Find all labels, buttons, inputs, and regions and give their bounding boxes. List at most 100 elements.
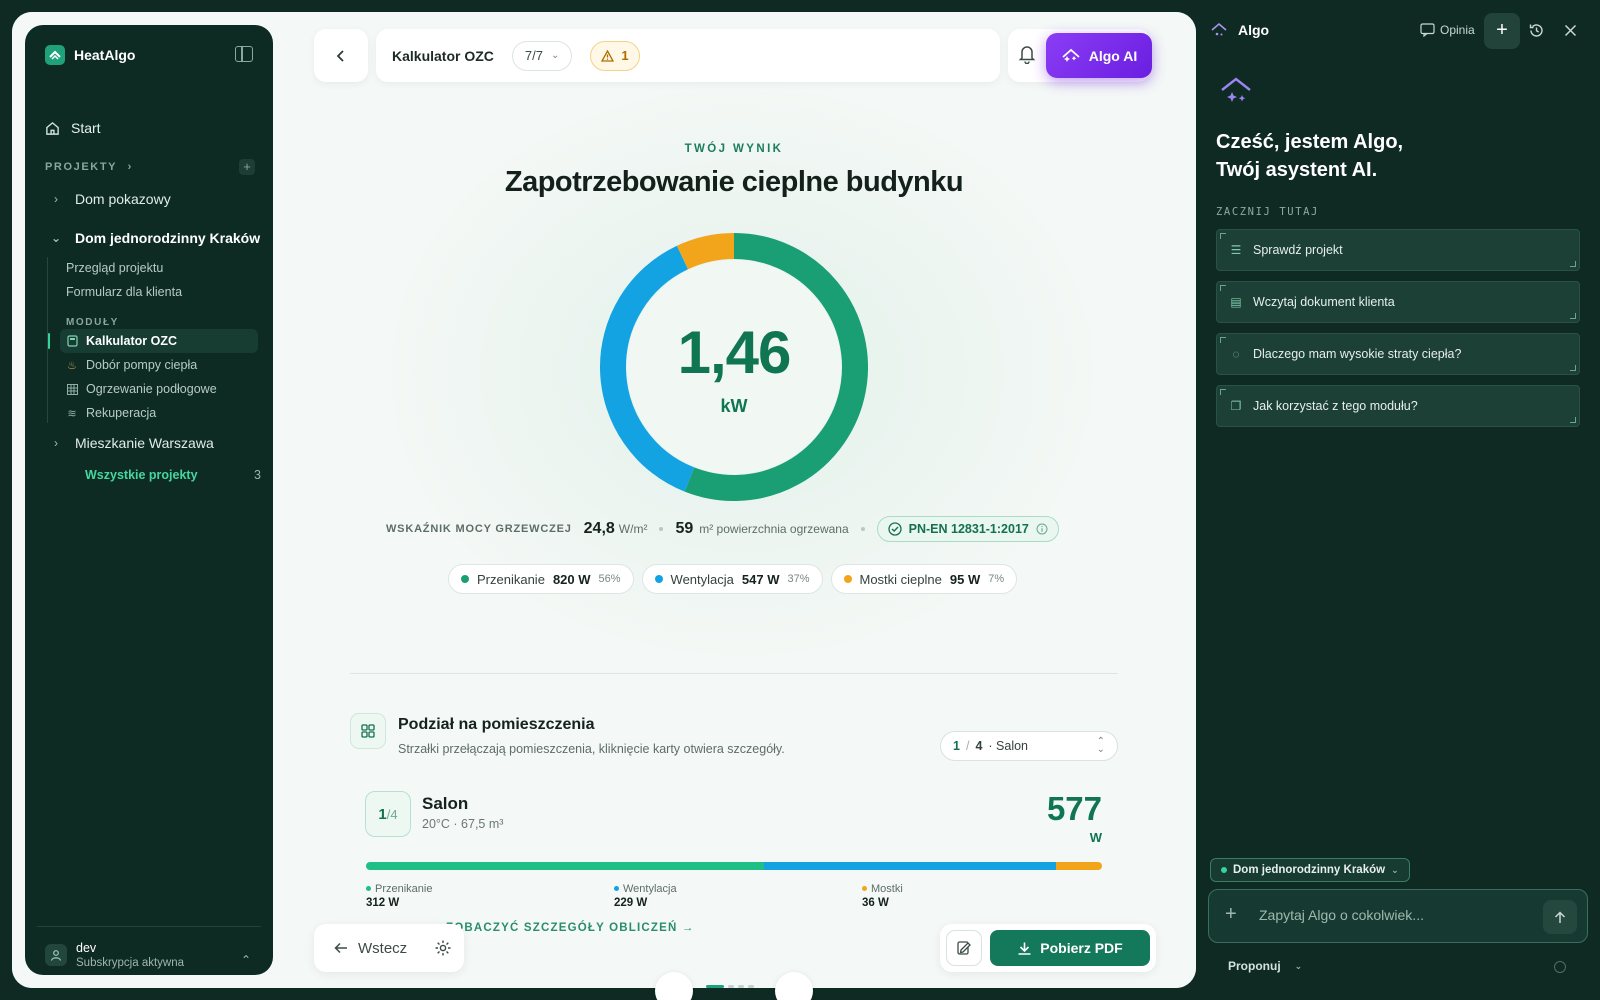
start-here-label: ZACZNIJ TUTAJ [1216,206,1319,218]
nav-start[interactable]: Start [45,120,101,136]
step-selector[interactable]: 7/7 ⌄ [511,40,573,71]
pager-dot[interactable] [748,985,754,988]
legend-value: 36 W [862,897,889,909]
flame-icon: ♨ [67,359,77,372]
algo-ai-button[interactable]: Algo AI [1046,33,1152,78]
room-name[interactable]: Salon [422,794,468,814]
send-button[interactable] [1543,900,1577,934]
breakdown-chips: Przenikanie 820 W 56% Wentylacja 547 W 3… [448,564,1018,594]
feedback-button[interactable]: Opinia [1420,23,1475,37]
room-watts-unit: W [1089,830,1102,845]
sign-document-button[interactable] [946,930,982,966]
subnav-formularz[interactable]: Formularz dla klienta [66,285,182,299]
pager-dot[interactable] [706,985,724,988]
pager-dot[interactable] [738,985,744,988]
pager-dot[interactable] [728,985,734,988]
all-projects-label: Wszystkie projekty [85,468,198,482]
bar-segment-przenikanie [366,862,764,870]
all-projects-link[interactable]: Wszystkie projekty 3 [85,468,261,482]
context-project-label: Dom jednorodzinny Kraków [1233,864,1386,876]
chip-watts: 820 W [552,571,591,587]
suggestion-sprawdz-projekt[interactable]: ☰ Sprawdź projekt [1216,229,1580,271]
bell-icon[interactable] [1018,44,1036,64]
chip-mostki-cieplne[interactable]: Mostki cieplne 95 W 7% [830,564,1018,594]
breadcrumb: Kalkulator OZC 7/7 ⌄ 1 [376,29,1000,82]
projects-toggle[interactable]: PROJEKTY › [45,161,133,173]
step-value: 7/7 [524,48,543,63]
module-kalkulator-ozc[interactable]: Kalkulator OZC [48,329,258,353]
result-metrics: WSKAŹNIK MOCY GRZEWCZEJ 24,8 W/m² 59 m² … [386,516,1059,542]
gear-icon[interactable] [434,939,452,957]
chip-label: Wentylacja [670,571,734,587]
module-rekuperacja[interactable]: ≋ Rekuperacja [60,401,258,425]
signature-icon [957,941,971,955]
brand[interactable]: HeatAlgo [45,45,135,65]
add-project-button[interactable]: + [239,159,255,175]
module-dobor-pompy[interactable]: ♨ Dobór pompy ciepła [60,353,258,377]
status-dot [1221,867,1227,873]
chat-input[interactable] [1259,907,1529,923]
norm-badge[interactable]: PN-EN 12831-1:2017 [876,516,1059,542]
greeting-line-2: Twój asystent AI. [1216,159,1378,181]
donut-slice-mostki-cieplne [676,233,735,270]
close-icon[interactable] [1564,24,1577,37]
algo-ai-label: Algo AI [1088,47,1138,64]
back-button[interactable] [314,29,368,82]
attach-button[interactable]: + [1225,903,1237,926]
new-chat-button[interactable]: + [1484,13,1520,49]
user-status: Subskrypcja aktywna [76,957,185,969]
projects-label: PROJEKTY [45,161,117,173]
legend-value: 229 W [614,897,648,909]
suggestion-wczytaj-dokument[interactable]: ▤ Wczytaj dokument klienta [1216,281,1580,323]
app-name: HeatAlgo [74,47,136,63]
mode-label: Proponuj [1228,959,1281,973]
room-selector[interactable]: 1 / 4 · Salon ⌃ ⌄ [940,731,1118,761]
area-value: 59 [675,520,694,537]
greeting-line-1: Cześć, jestem Algo, [1216,131,1404,153]
chip-wentylacja[interactable]: Wentylacja 547 W 37% [641,564,823,594]
divider [350,673,1118,674]
separator [659,527,664,531]
rooms-title: Podział na pomieszczenia [398,716,595,733]
chip-percent: 37% [787,573,810,585]
module-ogrzewanie-podlogowe[interactable]: Ogrzewanie podłogowe [60,377,258,401]
algo-logo-icon [1211,22,1227,36]
sidebar-collapse-icon[interactable] [235,46,253,62]
warnings-badge[interactable]: 1 [590,40,640,71]
rooms-subtitle: Strzałki przełączają pomieszczenia, klik… [398,742,785,756]
suggestion-label: Wczytaj dokument klienta [1253,295,1395,309]
legend-label: Mostki [871,883,903,895]
projects-section-header: PROJEKTY › + [45,159,255,175]
bar-segment-wentylacja [763,862,1057,870]
suggestion-straty-ciepla[interactable]: ◌ Dlaczego mam wysokie straty ciepła? [1216,333,1580,375]
chevron-down-icon: ⌄ [1391,864,1399,875]
chevron-down-icon: ⌄ [1294,960,1303,971]
indicator-unit: W/m² [618,522,648,536]
legend-dot [862,886,867,891]
details-link[interactable]: ZOBACZYĆ SZCZEGÓŁY OBLICZEŃ → [446,922,695,934]
mode-selector[interactable]: Proponuj ⌄ [1228,959,1302,973]
user-menu[interactable]: dev Subskrypcja aktywna ⌃ [37,926,261,969]
subnav-przeglad[interactable]: Przegląd projektu [66,261,163,275]
chevron-updown-icon: ⌃ ⌄ [1096,736,1105,755]
checklist-icon: ☰ [1230,243,1242,257]
room-total: /4 [386,806,398,822]
project-item-mieszkanie-warszawa[interactable]: › Mieszkanie Warszawa [49,435,214,451]
rooms-grid-icon [350,713,386,749]
chat-composer: + [1208,889,1588,943]
user-icon [50,950,62,961]
suggestion-jak-korzystac[interactable]: ❐ Jak korzystać z tego modułu? [1216,385,1580,427]
project-item-dom-krakow[interactable]: ⌄ Dom jednorodzinny Kraków [49,230,260,246]
calculator-icon [66,335,78,347]
chip-przenikanie[interactable]: Przenikanie 820 W 56% [448,564,634,594]
heat-demand-value: 1,46 [677,319,792,386]
all-projects-count: 3 [254,468,261,482]
context-project-selector[interactable]: Dom jednorodzinny Kraków ⌄ [1210,858,1410,882]
history-icon[interactable] [1528,22,1545,39]
project-item-dom-pokazowy[interactable]: › Dom pokazowy [49,191,171,207]
module-label: Ogrzewanie podłogowe [86,382,217,396]
download-pdf-button[interactable]: Pobierz PDF [990,930,1150,966]
download-pdf-label: Pobierz PDF [1040,940,1123,956]
room-selector-index: 1 [953,739,960,753]
suggestion-label: Dlaczego mam wysokie straty ciepła? [1253,347,1462,361]
